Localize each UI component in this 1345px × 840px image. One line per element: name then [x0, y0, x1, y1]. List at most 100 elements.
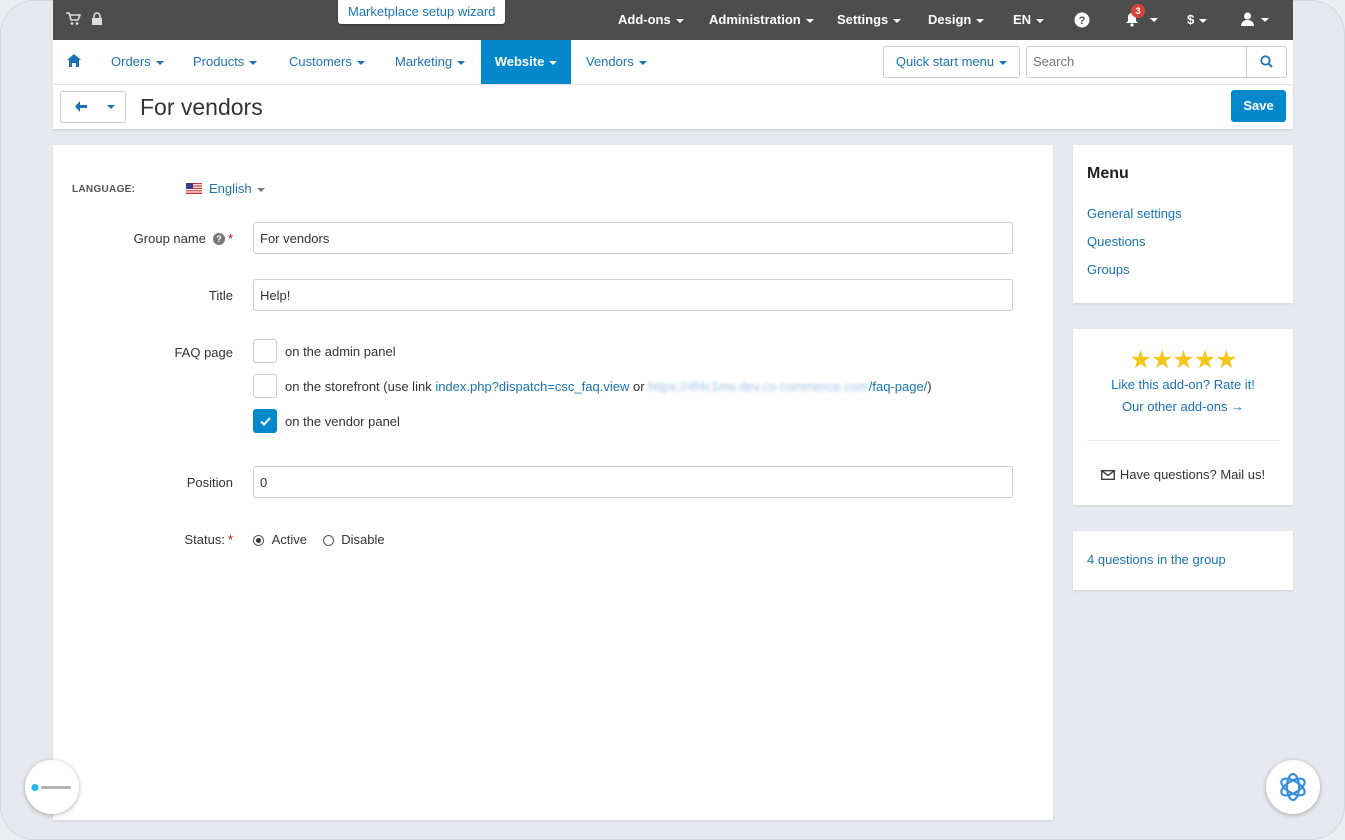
nav-marketing[interactable]: Marketing [395, 40, 466, 84]
status-active-label: Active [271, 532, 308, 547]
cart-icon[interactable] [66, 12, 82, 28]
currency-label: $ [1187, 12, 1195, 27]
nav-website[interactable]: Website [481, 40, 571, 84]
chevron-down-icon[interactable] [1261, 18, 1269, 22]
group-stats-card: 4 questions in the group [1073, 531, 1293, 590]
main-nav: Orders Products Customers Marketing Webs… [53, 40, 1293, 85]
search-box [1026, 46, 1287, 78]
back-button[interactable] [60, 91, 102, 123]
ai-assistant-button[interactable] [1266, 760, 1320, 814]
group-name-field [253, 222, 1013, 254]
faq-seo-link[interactable]: https://4f4c1mv.dev.cs-commerce.com/faq-… [648, 379, 927, 394]
chevron-down-icon [976, 18, 985, 23]
sidebar-menu-card: Menu General settings Questions Groups [1073, 145, 1293, 303]
settings-menu-label: Settings [837, 12, 889, 27]
rating-stars[interactable]: ★★★★★ [1073, 347, 1293, 373]
demo-store-badge[interactable] [25, 760, 79, 814]
other-addons-link[interactable]: Our other add-ons → [1073, 399, 1293, 414]
nav-orders[interactable]: Orders [111, 40, 164, 84]
radio-empty-icon [322, 535, 334, 546]
status-disable-option[interactable]: Disable [322, 532, 385, 547]
nav-orders-label: Orders [111, 54, 151, 69]
history-dropdown-button[interactable] [100, 91, 126, 123]
page-title: For vendors [140, 94, 263, 120]
nav-website-label: Website [494, 54, 545, 69]
chevron-down-icon [805, 18, 814, 23]
title-label: Title [208, 288, 233, 303]
lock-icon[interactable] [91, 12, 107, 28]
nav-vendors-label: Vendors [586, 54, 634, 69]
language-selector[interactable]: English [186, 181, 265, 196]
divider [1087, 440, 1279, 441]
nav-products-label: Products [193, 54, 245, 69]
status-options: Active Disable [253, 532, 385, 547]
group-name-label: Group name? * [53, 231, 233, 246]
language-menu[interactable]: EN [1013, 0, 1045, 40]
chevron-down-icon [356, 60, 365, 65]
faq-admin-label: on the admin panel [285, 344, 396, 359]
sidebar-link-groups[interactable]: Groups [1087, 262, 1130, 277]
nav-vendors[interactable]: Vendors [586, 40, 647, 84]
required-asterisk: * [227, 532, 233, 547]
faq-storefront-checkbox[interactable] [253, 374, 277, 398]
title-field [253, 279, 1013, 311]
chevron-down-icon [256, 187, 265, 192]
faq-admin-checkbox[interactable] [253, 339, 277, 363]
questions-count-link[interactable]: 4 questions in the group [1087, 552, 1226, 567]
group-name-label-text: Group name [133, 231, 206, 246]
search-input[interactable] [1027, 47, 1249, 75]
save-button[interactable]: Save [1231, 90, 1286, 122]
help-icon[interactable]: ? [1074, 12, 1090, 28]
nav-customers[interactable]: Customers [289, 40, 365, 84]
svg-text:?: ? [1079, 15, 1086, 27]
mail-us-link[interactable]: Have questions? Mail us! [1073, 467, 1293, 482]
radio-selected-icon [253, 535, 264, 546]
checkmark-icon [260, 417, 271, 426]
status-label-text: Status: [184, 532, 225, 547]
administration-menu-label: Administration [709, 12, 801, 27]
rate-addon-link[interactable]: Like this add-on? Rate it! [1073, 377, 1293, 392]
chevron-down-icon [155, 60, 164, 65]
search-button[interactable] [1246, 47, 1286, 77]
sidebar-link-general-settings[interactable]: General settings [1087, 206, 1182, 221]
design-menu-label: Design [928, 12, 972, 27]
status-disable-label: Disable [341, 532, 385, 547]
quick-start-menu-button[interactable]: Quick start menu [883, 46, 1020, 78]
currency-menu[interactable]: $ [1187, 0, 1208, 40]
faq-url-suffix: /faq-page/ [868, 379, 928, 394]
title-input[interactable] [254, 280, 1012, 310]
chevron-down-icon[interactable] [1150, 18, 1158, 22]
faq-dispatch-link[interactable]: index.php?dispatch=csc_faq.view [435, 379, 629, 394]
faq-close-paren: ) [927, 379, 932, 394]
status-active-option[interactable]: Active [253, 532, 307, 547]
settings-menu[interactable]: Settings [837, 0, 902, 40]
chevron-down-icon [999, 60, 1008, 65]
page-header: For vendors Save [53, 85, 1293, 129]
addons-menu[interactable]: Add-ons [618, 0, 684, 40]
faq-vendor-checkbox[interactable] [253, 409, 277, 433]
marketplace-wizard-link[interactable]: Marketplace setup wizard [338, 0, 506, 24]
design-menu[interactable]: Design [928, 0, 985, 40]
position-input[interactable] [254, 467, 1012, 497]
chevron-down-icon [1036, 18, 1045, 23]
sidebar-link-questions[interactable]: Questions [1087, 234, 1146, 249]
sidebar-menu-title: Menu [1087, 165, 1129, 182]
group-name-input[interactable] [254, 223, 1012, 253]
mail-us-text: Have questions? Mail us! [1119, 467, 1266, 482]
language-value: English [209, 181, 252, 196]
nav-products[interactable]: Products [193, 40, 258, 84]
assistant-knot-icon [1280, 772, 1306, 802]
chevron-down-icon [549, 60, 558, 65]
user-icon[interactable] [1241, 12, 1257, 28]
home-icon[interactable] [67, 54, 81, 70]
faq-storefront-label: on the storefront (use link index.php?di… [285, 379, 932, 394]
notification-badge: 3 [1131, 4, 1145, 18]
search-icon [1260, 55, 1273, 68]
chevron-down-icon [457, 60, 466, 65]
envelope-icon [1100, 470, 1115, 480]
chevron-down-icon [893, 18, 902, 23]
faq-storefront-prefix: on the storefront (use link [285, 379, 436, 394]
top-bar: Marketplace setup wizard Add-ons Adminis… [53, 0, 1293, 40]
help-circle-icon[interactable]: ? [212, 233, 225, 245]
administration-menu[interactable]: Administration [709, 0, 814, 40]
